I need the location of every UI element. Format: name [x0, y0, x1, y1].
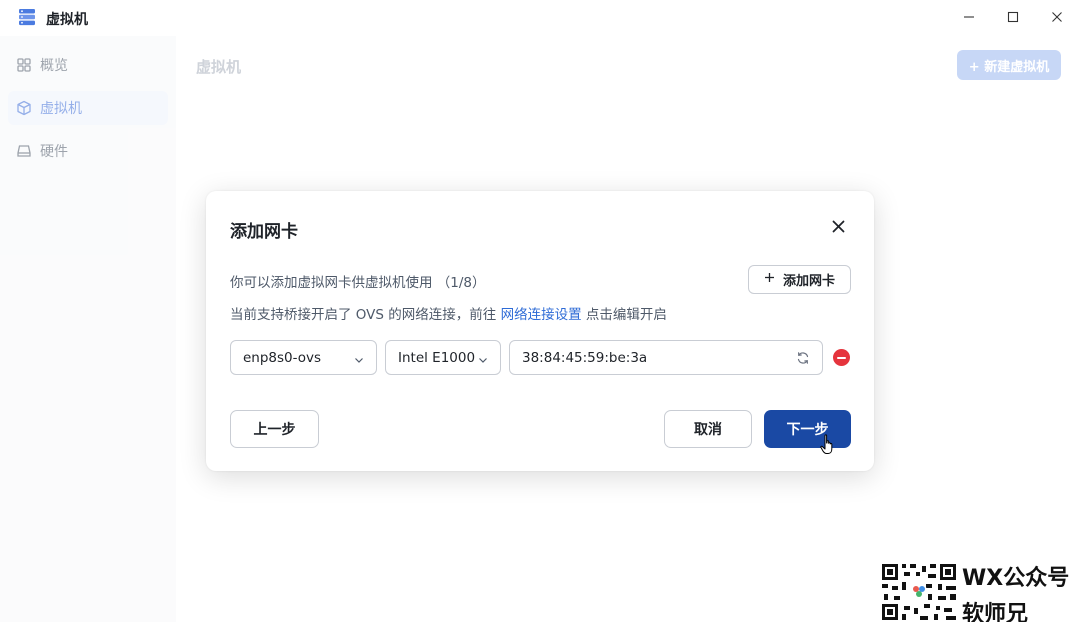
next-step-button[interactable]: 下一步	[764, 410, 851, 448]
dialog-hint: 当前支持桥接开启了 OVS 的网络连接，前往 网络连接设置 点击编辑开启	[230, 303, 667, 323]
close-window-button[interactable]	[1034, 0, 1080, 34]
chevron-down-icon	[478, 353, 488, 363]
sidebar-item-label: 虚拟机	[40, 101, 82, 117]
close-icon	[1051, 8, 1063, 27]
dialog-title: 添加网卡	[230, 222, 298, 242]
sidebar-item-label: 概览	[40, 58, 68, 74]
close-icon	[832, 218, 845, 237]
maximize-button[interactable]	[990, 0, 1036, 34]
sidebar: 概览 虚拟机 硬件	[0, 36, 176, 622]
nic-model-select-value: Intel E1000	[398, 349, 476, 366]
hand-cursor-icon	[820, 434, 836, 456]
minimize-button[interactable]	[946, 0, 992, 34]
minimize-icon	[963, 8, 975, 27]
server-stack-icon	[18, 8, 36, 26]
network-select-value: enp8s0-ovs	[243, 349, 322, 366]
mac-address-value: 38:84:45:59:be:3a	[522, 349, 648, 366]
dialog-close-button[interactable]	[828, 217, 848, 237]
watermark-line2: 软师兄	[962, 602, 1029, 622]
sidebar-item-overview[interactable]: 概览	[8, 48, 168, 82]
grid-icon	[16, 57, 32, 73]
hint-suffix: 点击编辑开启	[581, 307, 667, 323]
sidebar-item-label: 硬件	[40, 144, 68, 160]
dialog-description: 你可以添加虚拟网卡供虚拟机使用 （1/8）	[230, 275, 486, 291]
add-nic-dialog: 添加网卡 你可以添加虚拟网卡供虚拟机使用 （1/8） 添加网卡 当前支持桥接开启…	[206, 191, 874, 471]
network-settings-link[interactable]: 网络连接设置	[501, 307, 582, 323]
add-nic-button-label: 添加网卡	[782, 274, 835, 289]
cancel-button[interactable]: 取消	[664, 410, 752, 448]
chevron-down-icon	[354, 353, 364, 363]
app-window: 虚拟机 概览 虚拟机 硬件 虚拟机 + 新建虚拟机 添加网卡 你可以添加虚拟网卡…	[0, 0, 1080, 622]
prev-step-button[interactable]: 上一步	[230, 410, 319, 448]
sidebar-item-hardware[interactable]: 硬件	[8, 134, 168, 168]
title-bar: 虚拟机	[0, 0, 1080, 36]
refresh-icon[interactable]	[796, 351, 810, 365]
maximize-icon	[1007, 8, 1019, 27]
remove-nic-icon[interactable]	[833, 349, 850, 366]
network-select[interactable]: enp8s0-ovs	[230, 340, 377, 375]
hint-prefix: 当前支持桥接开启了 OVS 的网络连接，前往	[230, 307, 501, 323]
mac-address-input[interactable]: 38:84:45:59:be:3a	[509, 340, 823, 375]
cube-icon	[16, 100, 32, 116]
qr-code-icon	[880, 562, 958, 622]
add-nic-button[interactable]: 添加网卡	[748, 265, 851, 294]
app-title: 虚拟机	[46, 12, 88, 28]
sidebar-item-vms[interactable]: 虚拟机	[8, 91, 168, 125]
nic-model-select[interactable]: Intel E1000	[385, 340, 501, 375]
plus-icon	[764, 272, 775, 287]
watermark-line1: WX公众号	[962, 566, 1070, 591]
drive-icon	[16, 143, 32, 159]
